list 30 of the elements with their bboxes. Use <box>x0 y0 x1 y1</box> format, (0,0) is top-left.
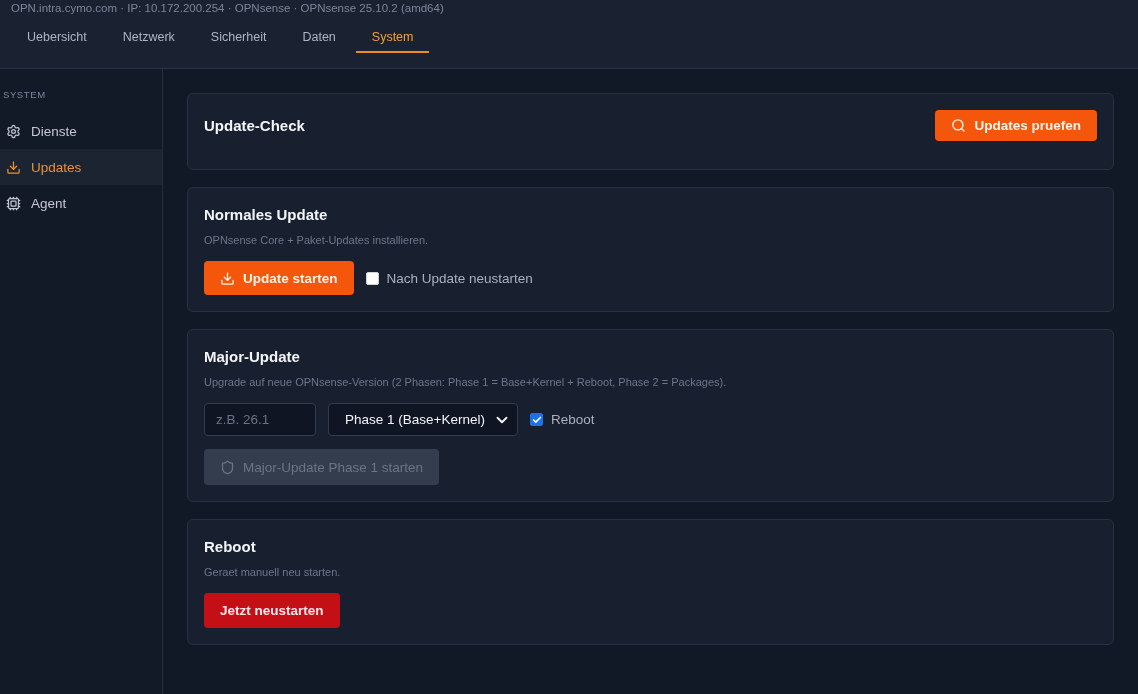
shield-icon <box>220 459 235 475</box>
card-description: Upgrade auf neue OPNsense-Version (2 Phasen: Phase 1 = Base+Kernel + Reboot, Phase 2 = Packages). <box>204 375 727 390</box>
card-description: OPNsense Core + Paket-Updates installieren. <box>204 233 429 248</box>
version-input-field[interactable]: z.B. 26.1 <box>204 403 316 436</box>
search-icon <box>951 118 967 133</box>
checkbox-label: Nach Update neustarten <box>386 270 533 286</box>
checkbox[interactable] <box>530 413 543 426</box>
download-icon <box>220 270 235 286</box>
gear-icon <box>6 123 21 139</box>
card-description: Geraet manuell neu starten. <box>204 565 341 580</box>
checkbox-label: Reboot <box>551 412 595 427</box>
nav-tab[interactable]: Uebersicht <box>11 23 103 53</box>
phase-select[interactable]: Phase 1 (Base+Kernel) <box>328 403 518 436</box>
nav-tab[interactable]: Daten <box>286 23 352 53</box>
card-title: Reboot <box>204 537 256 557</box>
chip-icon <box>6 195 21 211</box>
sidebar-item[interactable]: Dienste <box>0 113 162 149</box>
nav-tab[interactable]: System <box>355 23 430 53</box>
sidebar-item[interactable]: Agent <box>0 185 162 221</box>
card-title: Update-Check <box>204 115 305 136</box>
sidebar-item[interactable]: Updates <box>0 149 162 185</box>
download-icon <box>6 159 21 175</box>
card-title: Normales Update <box>204 205 328 225</box>
nav-tab[interactable]: Sicherheit <box>194 23 283 53</box>
restart-button[interactable]: Jetzt neustarten <box>204 593 340 628</box>
tick-icon <box>531 414 542 425</box>
host-info: OPN.intra.cymo.com · IP: 10.172.200.254 · OPNsense · OPNsense 25.10.2 (amd64) <box>11 1 444 15</box>
sidebar-section-label: SYSTEM <box>2 88 46 102</box>
nav-tab[interactable]: Netzwerk <box>106 23 191 53</box>
card-title: Major-Update <box>204 347 300 367</box>
